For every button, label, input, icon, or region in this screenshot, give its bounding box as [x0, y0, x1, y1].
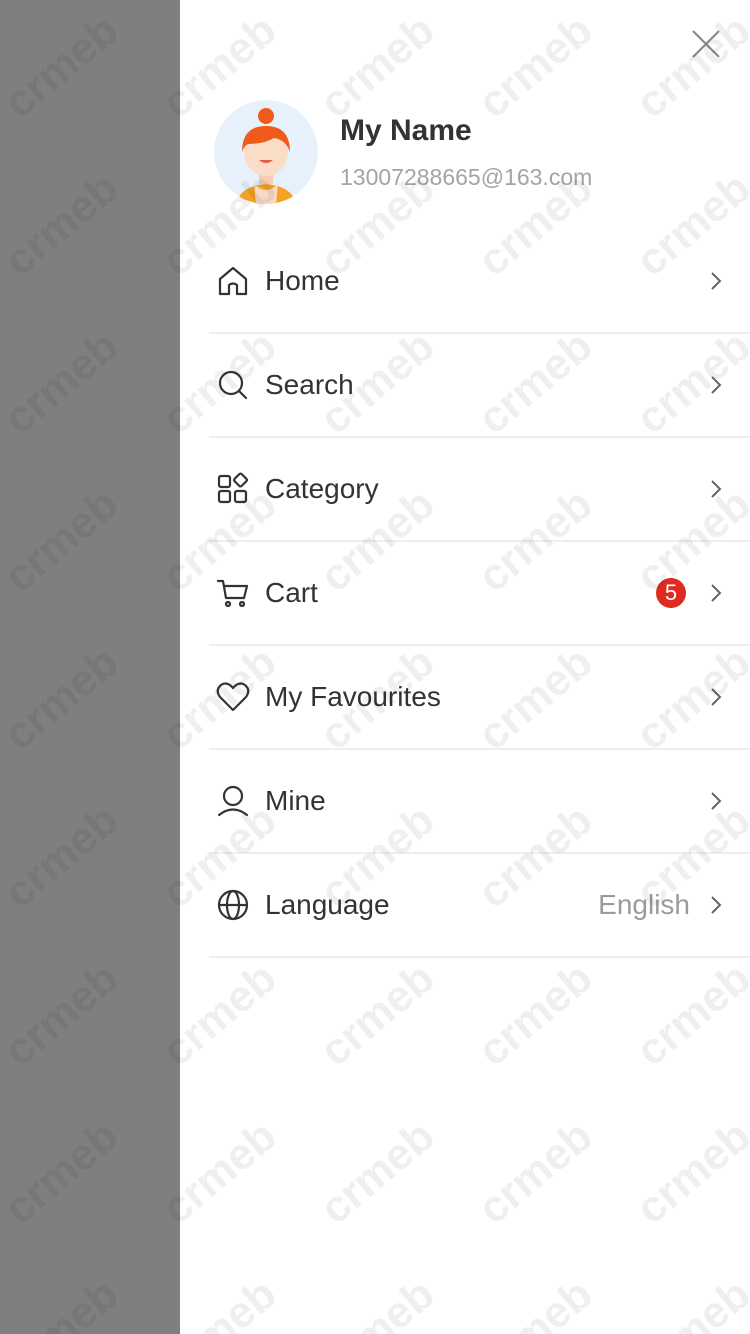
- menu-item-home[interactable]: Home: [209, 230, 750, 334]
- profile-name: My Name: [340, 114, 472, 147]
- close-button[interactable]: [690, 28, 722, 60]
- close-icon: [692, 30, 720, 58]
- side-drawer: My Name 13007288665@163.com Home Search …: [180, 0, 750, 1334]
- chevron-right-icon: [708, 270, 724, 292]
- chevron-right-icon: [708, 582, 724, 604]
- chevron-right-icon: [708, 374, 724, 396]
- screen: My Name 13007288665@163.com Home Search …: [0, 0, 750, 1334]
- menu-item-favourites[interactable]: My Favourites: [209, 646, 750, 750]
- home-icon: [213, 261, 253, 301]
- profile-header[interactable]: My Name 13007288665@163.com: [214, 100, 592, 204]
- chevron-right-icon: [708, 686, 724, 708]
- user-icon: [213, 781, 253, 821]
- menu-label-language: Language: [265, 889, 390, 920]
- menu-label-favourites: My Favourites: [265, 681, 441, 712]
- chevron-right-icon: [708, 790, 724, 812]
- search-icon: [213, 365, 253, 405]
- menu-label-home: Home: [265, 265, 340, 296]
- menu-label-category: Category: [265, 473, 379, 504]
- menu-item-category[interactable]: Category: [209, 438, 750, 542]
- globe-icon: [213, 885, 253, 925]
- menu-label-mine: Mine: [265, 785, 326, 816]
- menu-label-search: Search: [265, 369, 354, 400]
- language-value: English: [598, 889, 690, 920]
- drawer-menu: Home Search Category Cart 5 My Favourite…: [209, 230, 750, 958]
- avatar[interactable]: [214, 100, 318, 204]
- menu-item-cart[interactable]: Cart 5: [209, 542, 750, 646]
- cart-icon: [213, 573, 253, 613]
- menu-item-search[interactable]: Search: [209, 334, 750, 438]
- profile-email: 13007288665@163.com: [340, 164, 593, 190]
- chevron-right-icon: [708, 478, 724, 500]
- heart-icon: [213, 677, 253, 717]
- drawer-backdrop[interactable]: [0, 0, 180, 1334]
- menu-item-language[interactable]: Language English: [209, 854, 750, 958]
- menu-item-mine[interactable]: Mine: [209, 750, 750, 854]
- category-icon: [213, 469, 253, 509]
- menu-label-cart: Cart: [265, 577, 318, 608]
- chevron-right-icon: [708, 894, 724, 916]
- cart-count-badge: 5: [656, 578, 686, 608]
